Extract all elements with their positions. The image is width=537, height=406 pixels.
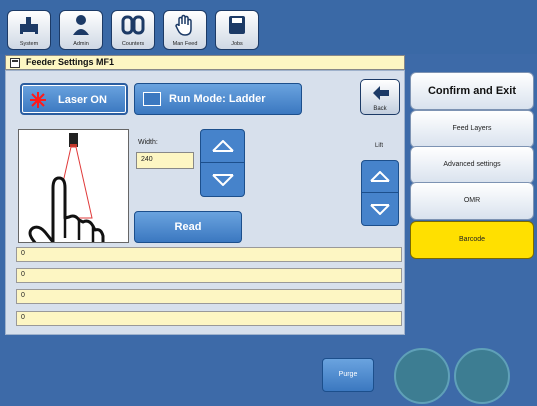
chevron-down-icon (211, 173, 234, 186)
toolbar-counters-label: Counters (121, 41, 145, 47)
width-up-button[interactable] (201, 130, 244, 163)
admin-icon (60, 12, 102, 38)
confirm-exit-button[interactable]: Confirm and Exit (410, 72, 534, 110)
barcode-button[interactable]: Barcode (410, 221, 534, 259)
pointing-hand-icon (28, 176, 105, 242)
readout-row: 0 (16, 311, 402, 326)
back-label: Back (373, 106, 387, 112)
toolbar-system-label: System (19, 41, 39, 47)
hand-icon (164, 12, 206, 38)
round-button-left[interactable] (394, 348, 450, 404)
back-button[interactable]: Back (360, 79, 400, 115)
back-arrow-icon (373, 86, 389, 100)
run-mode-icon (143, 92, 161, 106)
readout-row: 0 (16, 268, 402, 283)
read-button[interactable]: Read (134, 211, 242, 243)
width-stepper (200, 129, 245, 197)
feed-layers-button[interactable]: Feed Layers (410, 110, 534, 148)
lift-up-button[interactable] (362, 161, 398, 193)
run-mode-label: Run Mode: Ladder (169, 93, 266, 105)
toolbar-system-button[interactable]: System (7, 10, 51, 50)
toolbar-admin-button[interactable]: Admin (59, 10, 103, 50)
readout-row: 0 (16, 247, 402, 262)
system-icon (8, 12, 50, 38)
toolbar-man-feed-button[interactable]: Man Feed (163, 10, 207, 50)
chevron-up-icon (370, 171, 390, 182)
chevron-up-icon (211, 140, 234, 152)
toolbar-man-feed-label: Man Feed (172, 41, 198, 47)
page-title: Feeder Settings MF1 (5, 55, 405, 70)
width-down-button[interactable] (201, 163, 244, 196)
laser-preview (18, 129, 129, 243)
window-icon (10, 58, 20, 68)
chevron-down-icon (370, 203, 390, 215)
top-toolbar: System Admin Counters Man Feed Jobs (0, 0, 537, 54)
omr-button[interactable]: OMR (410, 182, 534, 220)
round-button-right[interactable] (454, 348, 510, 404)
run-mode-button[interactable]: Run Mode: Ladder (134, 83, 302, 115)
advanced-settings-button[interactable]: Advanced settings (410, 146, 534, 184)
lift-label: Lift (375, 143, 384, 149)
lift-down-button[interactable] (362, 193, 398, 225)
readout-row: 0 (16, 289, 402, 304)
jobs-icon (216, 12, 258, 38)
width-field[interactable]: 240 (136, 152, 194, 169)
laser-toggle-button[interactable]: Laser ON (20, 83, 128, 115)
width-label: Width: (138, 139, 158, 146)
toolbar-admin-label: Admin (73, 41, 89, 47)
counters-icon (112, 12, 154, 38)
purge-button[interactable]: Purge (322, 358, 374, 392)
laser-toggle-label: Laser ON (58, 94, 107, 106)
page-title-text: Feeder Settings MF1 (26, 57, 115, 67)
toolbar-jobs-button[interactable]: Jobs (215, 10, 259, 50)
laser-icon (30, 92, 46, 108)
feeder-settings-panel: Laser ON Run Mode: Ladder Back Width: 24… (5, 70, 405, 335)
lift-stepper (361, 160, 399, 226)
toolbar-jobs-label: Jobs (231, 41, 243, 47)
toolbar-counters-button[interactable]: Counters (111, 10, 155, 50)
